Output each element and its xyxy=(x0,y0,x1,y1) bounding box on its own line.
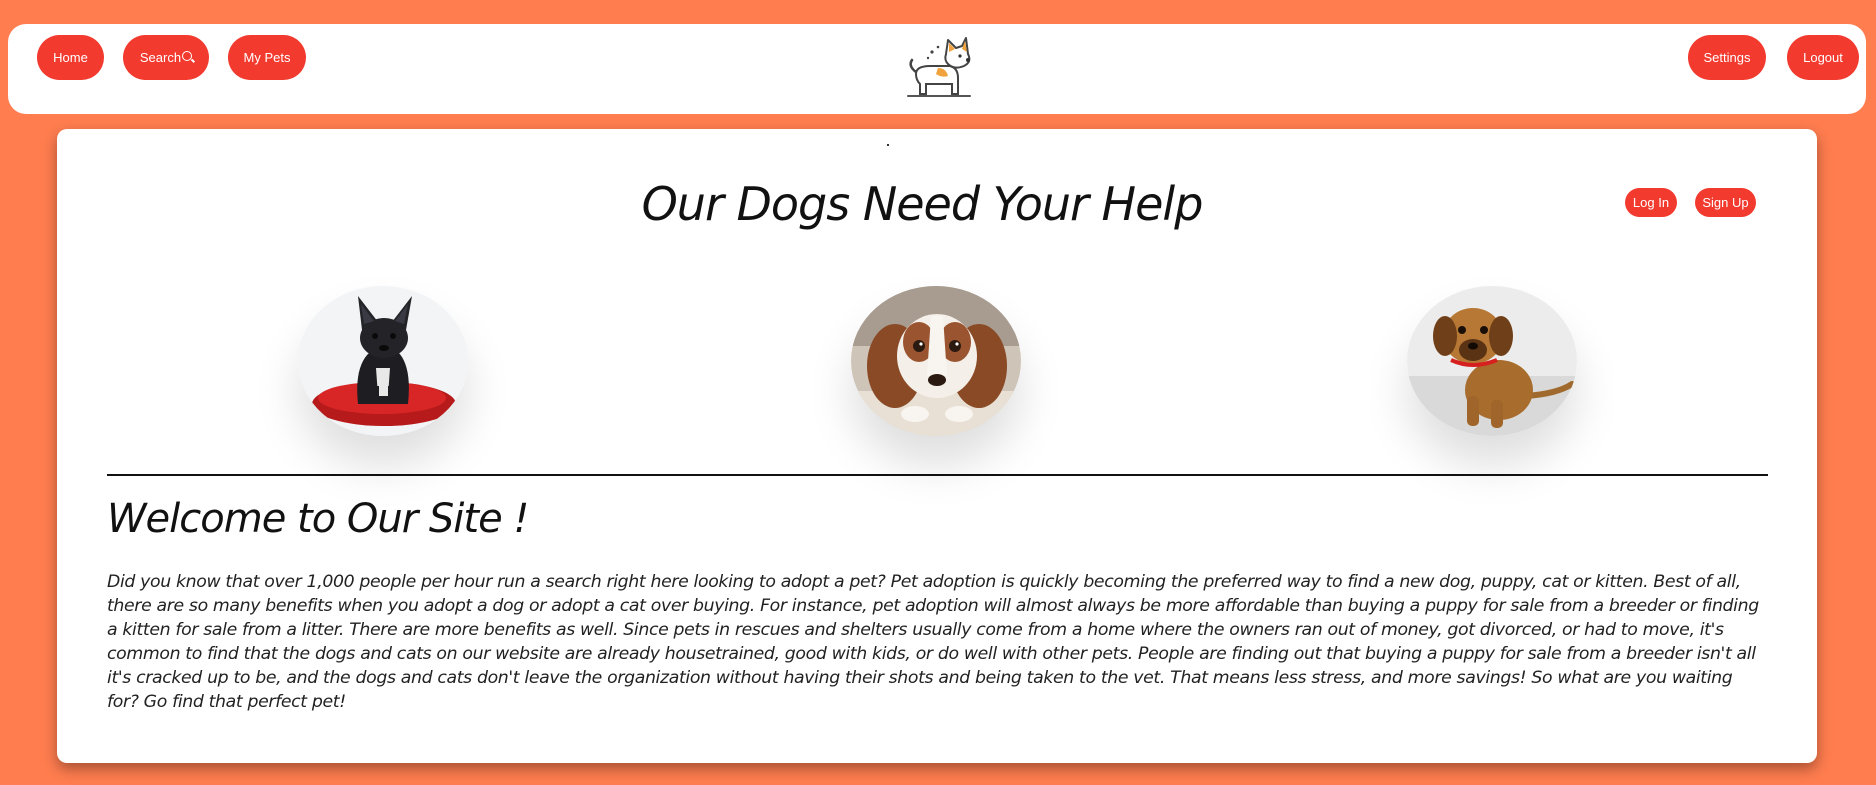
intro-paragraph: Did you know that over 1,000 people per … xyxy=(107,572,1759,712)
french-bulldog-photo xyxy=(298,286,468,436)
search-icon xyxy=(182,50,193,61)
settings-button-label: Settings xyxy=(1703,50,1751,65)
top-navbar: Home Search My Pets Settings Logout xyxy=(8,24,1866,114)
welcome-heading: Welcome to Our Site ! xyxy=(107,496,529,542)
logout-button-label: Logout xyxy=(1803,50,1843,65)
settings-button[interactable]: Settings xyxy=(1688,35,1766,80)
brown-puppy-photo xyxy=(1407,286,1577,436)
dog-logo-icon[interactable] xyxy=(902,32,978,102)
my-pets-button-label: My Pets xyxy=(243,50,291,65)
main-card: Our Dogs Need Your Help Log In Sign Up W… xyxy=(57,129,1817,763)
logout-button[interactable]: Logout xyxy=(1787,35,1859,80)
login-button[interactable]: Log In xyxy=(1625,188,1677,217)
signup-button-label: Sign Up xyxy=(1702,195,1749,210)
spaniel-photo xyxy=(851,286,1021,436)
section-divider xyxy=(107,474,1768,476)
search-button-label: Search xyxy=(139,50,182,65)
my-pets-button[interactable]: My Pets xyxy=(228,35,306,80)
signup-button[interactable]: Sign Up xyxy=(1695,188,1756,217)
decorative-dot xyxy=(887,144,889,146)
search-button[interactable]: Search xyxy=(123,35,209,80)
home-button[interactable]: Home xyxy=(37,35,104,80)
page-title: Our Dogs Need Your Help xyxy=(641,177,1204,231)
login-button-label: Log In xyxy=(1632,195,1670,210)
home-button-label: Home xyxy=(53,50,88,65)
